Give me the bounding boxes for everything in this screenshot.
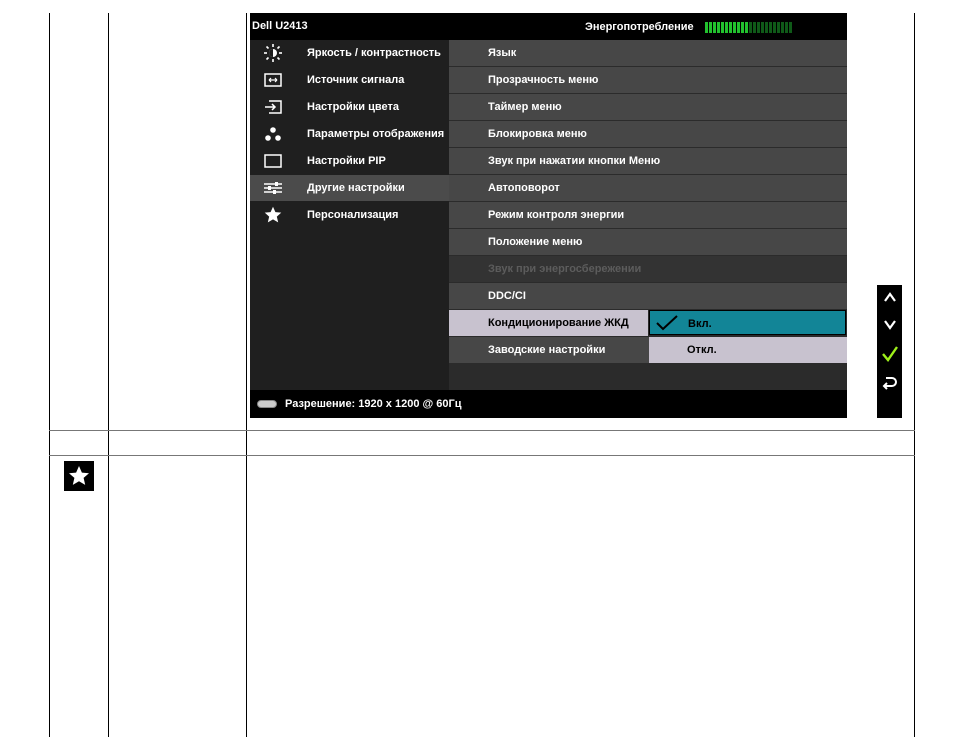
menu-item-brightness-contrast[interactable]: Яркость / контрастность xyxy=(250,40,449,66)
energy-segment xyxy=(761,22,764,33)
osd-window: Dell U2413 Энергопотребление Яркость / к… xyxy=(250,13,847,418)
energy-segment xyxy=(757,22,760,33)
submenu-item-label: Звук при энергосбережении xyxy=(488,263,642,275)
energy-segment xyxy=(745,22,748,33)
submenu-item-label: Положение меню xyxy=(488,236,583,248)
energy-segment xyxy=(741,22,744,33)
back-icon xyxy=(882,377,897,390)
submenu-item-ddc-ci[interactable]: DDC/CI xyxy=(449,283,847,309)
table-border-left xyxy=(49,13,50,737)
submenu-item-menu-transparency[interactable]: Прозрачность меню xyxy=(449,67,847,93)
nav-down-button[interactable] xyxy=(877,314,902,336)
main-menu: Яркость / контрастность Источник сигнала… xyxy=(250,40,449,390)
star-icon xyxy=(264,206,282,223)
personalization-section-icon xyxy=(64,461,94,491)
brightness-icon xyxy=(264,44,282,62)
star-icon xyxy=(69,466,89,485)
table-border-right xyxy=(914,13,915,737)
up-arrow-icon xyxy=(883,292,896,302)
option-off[interactable]: Откл. xyxy=(649,337,847,363)
check-icon xyxy=(881,346,898,362)
resolution-icon xyxy=(257,400,277,408)
energy-segment xyxy=(709,22,712,33)
menu-item-personalization[interactable]: Персонализация xyxy=(250,202,449,228)
energy-segment xyxy=(729,22,732,33)
energy-segment xyxy=(705,22,708,33)
energy-segment xyxy=(781,22,784,33)
submenu-item-language[interactable]: Язык xyxy=(449,40,847,66)
energy-segment xyxy=(773,22,776,33)
table-border-col2 xyxy=(246,13,247,737)
menu-item-color-settings[interactable]: Настройки цвета xyxy=(250,94,449,120)
display-settings-icon xyxy=(265,127,281,141)
menu-item-pip-settings[interactable]: Настройки PIP xyxy=(250,148,449,174)
nav-back-button[interactable] xyxy=(877,372,902,394)
energy-segment xyxy=(749,22,752,33)
energy-segment xyxy=(717,22,720,33)
energy-segment xyxy=(737,22,740,33)
model-name: Dell U2413 xyxy=(252,20,308,32)
submenu-item-label: Автоповорот xyxy=(488,182,560,194)
table-border-col1 xyxy=(108,13,109,737)
energy-segment xyxy=(713,22,716,33)
energy-segment xyxy=(769,22,772,33)
osd-header: Dell U2413 Энергопотребление xyxy=(250,13,847,40)
table-row-divider-2 xyxy=(49,455,915,456)
submenu-item-power-mode[interactable]: Режим контроля энергии xyxy=(449,202,847,228)
submenu-item-menu-lock[interactable]: Блокировка меню xyxy=(449,121,847,147)
resolution-label: Разрешение: 1920 x 1200 @ 60Гц xyxy=(285,398,462,410)
energy-segment xyxy=(785,22,788,33)
submenu-item-label: Прозрачность меню xyxy=(488,74,599,86)
energy-segment xyxy=(765,22,768,33)
submenu-item-menu-position[interactable]: Положение меню xyxy=(449,229,847,255)
submenu-item-label: Кондиционирование ЖКД xyxy=(488,317,629,329)
submenu-item-lcd-conditioning[interactable]: Кондиционирование ЖКД xyxy=(449,310,648,336)
submenu-item-label: DDC/CI xyxy=(488,290,526,302)
menu-item-label: Настройки цвета xyxy=(307,101,399,113)
option-on[interactable]: Вкл. xyxy=(649,310,846,335)
pip-icon xyxy=(264,154,282,168)
check-icon xyxy=(656,315,678,331)
nav-confirm-button[interactable] xyxy=(877,343,902,365)
submenu-item-menu-timer[interactable]: Таймер меню xyxy=(449,94,847,120)
submenu-item-label: Заводские настройки xyxy=(488,344,606,356)
osd-footer: Разрешение: 1920 x 1200 @ 60Гц xyxy=(250,390,847,418)
submenu-item-label: Таймер меню xyxy=(488,101,562,113)
option-on-label: Вкл. xyxy=(688,318,712,330)
energy-segment xyxy=(733,22,736,33)
nav-up-button[interactable] xyxy=(877,286,902,308)
input-source-icon xyxy=(264,73,282,87)
menu-item-display-settings[interactable]: Параметры отображения xyxy=(250,121,449,147)
submenu-item-power-save-sound: Звук при энергосбережении xyxy=(449,256,847,282)
menu-item-label: Яркость / контрастность xyxy=(307,47,441,59)
submenu-item-label: Язык xyxy=(488,47,517,59)
menu-item-label: Настройки PIP xyxy=(307,155,386,167)
energy-segment xyxy=(789,22,792,33)
table-row-divider-1 xyxy=(49,430,915,431)
submenu-item-label: Блокировка меню xyxy=(488,128,587,140)
energy-segment xyxy=(725,22,728,33)
submenu-item-label: Режим контроля энергии xyxy=(488,209,625,221)
energy-segment xyxy=(721,22,724,33)
energy-segment xyxy=(777,22,780,33)
menu-item-label: Источник сигнала xyxy=(307,74,405,86)
menu-item-other-settings[interactable]: Другие настройки xyxy=(250,175,449,201)
energy-meter xyxy=(705,22,792,33)
option-off-label: Откл. xyxy=(687,344,717,356)
menu-item-input-source[interactable]: Источник сигнала xyxy=(250,67,449,93)
submenu-item-auto-rotate[interactable]: Автоповорот xyxy=(449,175,847,201)
submenu-item-button-sound[interactable]: Звук при нажатии кнопки Меню xyxy=(449,148,847,174)
down-arrow-icon xyxy=(883,320,896,330)
menu-item-label: Параметры отображения xyxy=(307,128,445,140)
menu-item-label: Другие настройки xyxy=(307,182,405,194)
menu-item-label: Персонализация xyxy=(307,209,399,221)
energy-segment xyxy=(753,22,756,33)
color-settings-icon xyxy=(265,100,282,114)
energy-label: Энергопотребление xyxy=(585,21,694,33)
submenu-item-label: Звук при нажатии кнопки Меню xyxy=(488,155,661,167)
nav-buttons xyxy=(877,285,902,418)
other-settings-icon xyxy=(264,182,282,194)
